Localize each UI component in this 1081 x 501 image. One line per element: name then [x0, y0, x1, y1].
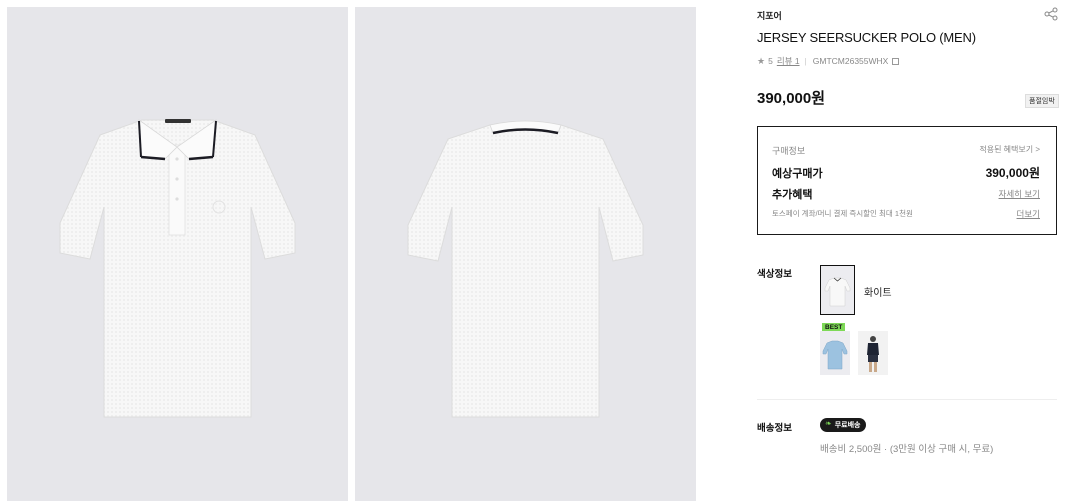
shipping-fee-info: 배송비 2,500원 · (3만원 이상 구매 시, 무료): [820, 444, 994, 455]
purchase-info-box: 구매정보 적용된 혜택보기 > 예상구매가 390,000원 추가혜택 자세히 …: [757, 126, 1057, 235]
expected-price-value: 390,000원: [985, 166, 1040, 180]
rating-value: 5: [768, 56, 773, 66]
free-shipping-badge: ❧ 무료배송: [820, 418, 867, 432]
section-divider: [757, 399, 1057, 400]
selected-color-name: 화이트: [864, 288, 892, 299]
swatch-white-image: [824, 277, 851, 307]
view-details-link[interactable]: 자세히 보기: [999, 188, 1040, 200]
related-swatch-blue[interactable]: [820, 331, 850, 375]
swatch-model-image: [867, 336, 879, 372]
shipping-section-label: 배송정보: [757, 423, 792, 434]
brand-name[interactable]: 지포어: [757, 9, 782, 22]
toss-pay-note: 토스페이 계좌/머니 결제 즉시할인 최대 1천원: [772, 209, 913, 218]
swatch-blue-image: [822, 340, 848, 370]
leaf-icon: ❧: [825, 419, 832, 428]
expected-price-label: 예상구매가: [772, 168, 823, 180]
product-image-front[interactable]: [7, 7, 348, 501]
product-price: 390,000원: [757, 90, 826, 107]
more-link[interactable]: 더보기: [1017, 208, 1040, 220]
star-icon: ★: [757, 55, 766, 66]
applied-benefits-link[interactable]: 적용된 혜택보기 >: [979, 144, 1040, 155]
polo-front-illustration: [59, 119, 296, 418]
product-image-back[interactable]: [355, 7, 696, 501]
share-icon[interactable]: [1044, 7, 1058, 21]
sku-code: GMTCM26355WHX: [812, 56, 889, 66]
meta-separator: |: [804, 56, 807, 66]
free-shipping-label: 무료배송: [834, 422, 861, 429]
color-section-label: 색상정보: [757, 269, 792, 280]
product-meta: ★ 5 리뷰 1 | GMTCM26355WHX: [757, 55, 900, 67]
related-swatch-model[interactable]: [858, 331, 888, 375]
polo-back-illustration: [407, 120, 644, 418]
product-title: JERSEY SEERSUCKER POLO (MEN): [757, 30, 976, 45]
extra-benefit-label: 추가혜택: [772, 189, 813, 201]
copy-icon[interactable]: [892, 57, 900, 65]
purchase-info-heading: 구매정보: [772, 146, 806, 156]
stock-status-badge: 품절임박: [1025, 94, 1059, 108]
review-link[interactable]: 리뷰 1: [777, 55, 800, 67]
color-swatch-white[interactable]: [820, 265, 855, 315]
